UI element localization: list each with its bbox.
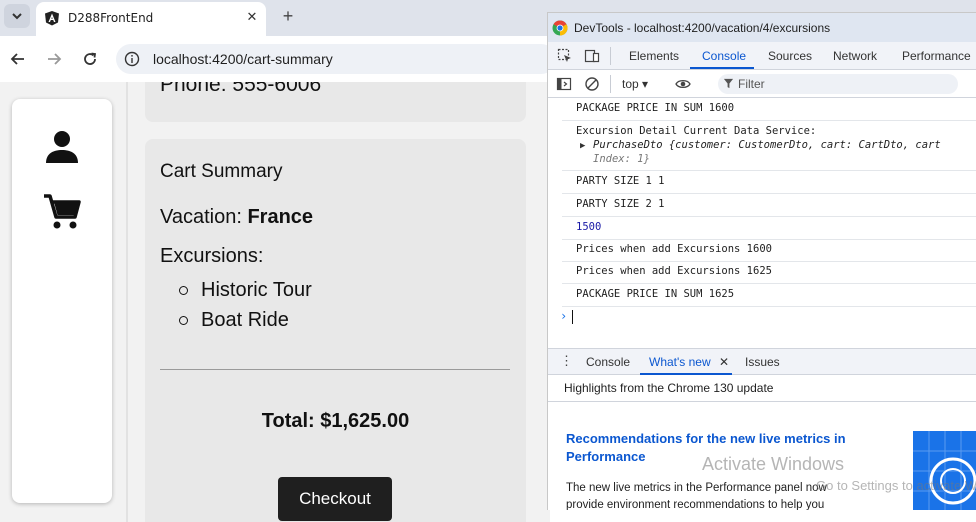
feature-thumbnail (913, 431, 976, 510)
highlights-heading: Highlights from the Chrome 130 update (564, 381, 774, 395)
console-line: Prices when add Excursions 1625 (576, 265, 772, 277)
console-line: PACKAGE PRICE IN SUM 1625 (576, 288, 735, 300)
tab-network[interactable]: Network (833, 49, 877, 63)
inspect-element-icon[interactable] (557, 48, 573, 64)
drawer-tabbar: ⋮ Console What's new ✕ Issues (548, 348, 976, 375)
console-line: Prices when add Excursions 1600 (576, 243, 772, 255)
total-price: Total: $1,625.00 (261, 410, 410, 432)
cart-summary-card: Cart Summary Vacation: France Excursions… (145, 139, 526, 522)
console-separator (562, 170, 976, 171)
vacation-line: Vacation: France (160, 206, 313, 229)
console-toolbar: top ▾ Filter (548, 70, 976, 98)
filter-input[interactable]: Filter (718, 74, 958, 94)
highlights-separator (548, 401, 976, 402)
console-separator (562, 216, 976, 217)
devtools-titlebar: DevTools - localhost:4200/vacation/4/exc… (548, 13, 976, 42)
reload-icon (84, 52, 97, 65)
excursions-label: Excursions: (160, 245, 264, 267)
drawer-tab-whats-new[interactable]: What's new (649, 355, 711, 369)
caret-down-icon: ▾ (642, 77, 649, 91)
cart-summary-title: Cart Summary (160, 161, 283, 182)
drawer-menu-icon[interactable]: ⋮ (560, 353, 573, 369)
drawer-tab-console[interactable]: Console (586, 355, 630, 369)
tab-search-button[interactable] (4, 4, 30, 28)
customer-card: Phone: 555-6006 (145, 82, 526, 122)
layout-divider (126, 82, 128, 522)
vacation-value: France (247, 206, 314, 228)
watermark-line-1: Activate Windows (702, 454, 845, 474)
address-bar[interactable]: localhost:4200/cart-summary (116, 44, 556, 74)
console-object[interactable]: PurchaseDto {customer: CustomerDto, cart… (593, 139, 941, 151)
person-icon[interactable] (42, 127, 82, 167)
shopping-cart-icon[interactable] (42, 191, 82, 231)
tab-elements[interactable]: Elements (629, 49, 679, 63)
browser-tab[interactable]: D288FrontEnd ✕ (36, 2, 266, 36)
console-separator (562, 239, 976, 240)
back-button[interactable] (8, 49, 28, 69)
console-output: PACKAGE PRICE IN SUM 1600 Excursion Deta… (548, 98, 976, 348)
windows-activation-watermark: Activate Windows Go to Settings to activ… (702, 454, 976, 493)
tab-title: D288FrontEnd (68, 11, 154, 25)
console-object-cont: Index: 1} (593, 153, 650, 165)
console-separator (562, 306, 976, 307)
expand-triangle-icon[interactable]: ▶ (580, 141, 585, 151)
arrow-left-icon (10, 53, 24, 65)
tab-sources[interactable]: Sources (768, 49, 812, 63)
chrome-logo-icon (552, 20, 568, 36)
console-separator (562, 120, 976, 121)
forward-button[interactable] (44, 49, 64, 69)
vacation-label: Vacation: (160, 206, 248, 228)
browser-toolbar: localhost:4200/cart-summary (0, 36, 556, 82)
tab-close-icon[interactable]: ✕ (244, 9, 260, 25)
excursions-list: Historic Tour Boat Ride (179, 278, 312, 338)
watermark-line-2: Go to Settings to activate Windows. (816, 478, 976, 493)
console-line: PARTY SIZE 2 1 (576, 198, 665, 210)
excursion-item: Boat Ride (179, 308, 312, 338)
console-separator (562, 193, 976, 194)
arrow-right-icon (48, 53, 62, 65)
reload-button[interactable] (80, 49, 100, 69)
console-prompt-icon: › (560, 309, 568, 323)
url-text: localhost:4200/cart-summary (153, 51, 333, 67)
phone-text: Phone: 555-6006 (160, 82, 322, 96)
devtools-window: DevTools - localhost:4200/vacation/4/exc… (547, 12, 976, 510)
drawer-tab-issues[interactable]: Issues (745, 355, 780, 369)
console-separator (562, 283, 976, 284)
site-info-icon[interactable] (124, 51, 140, 67)
context-selector[interactable]: top ▾ (622, 77, 648, 91)
console-number: 1500 (576, 221, 602, 233)
side-nav (12, 99, 112, 503)
devtools-tabbar: Elements Console Sources Network Perform… (548, 42, 976, 70)
drawer-tab-close-icon[interactable]: ✕ (719, 355, 729, 369)
filter-placeholder: Filter (738, 77, 765, 91)
devtools-title: DevTools - localhost:4200/vacation/4/exc… (574, 21, 831, 35)
summary-divider (160, 369, 510, 370)
checkout-button[interactable]: Checkout (278, 477, 392, 521)
excursion-item: Historic Tour (179, 278, 312, 308)
console-line: PARTY SIZE 1 1 (576, 175, 665, 187)
chevron-down-icon (12, 13, 22, 20)
console-line: PACKAGE PRICE IN SUM 1600 (576, 102, 735, 114)
filter-icon (723, 78, 734, 89)
eye-icon[interactable] (675, 76, 691, 92)
context-value: top (622, 77, 639, 91)
tab-performance[interactable]: Performance (902, 49, 971, 63)
recommendations-body: The new live metrics in the Performance … (566, 482, 827, 510)
drawer-active-indicator (640, 373, 732, 375)
console-separator (562, 261, 976, 262)
active-tab-indicator (690, 67, 754, 69)
toolbar-separator (610, 75, 611, 93)
sidebar-toggle-icon[interactable] (556, 76, 572, 92)
tab-separator (610, 47, 611, 65)
new-tab-button[interactable]: + (278, 6, 298, 26)
console-input[interactable] (572, 310, 573, 324)
device-toolbar-icon[interactable] (584, 48, 600, 64)
console-line: Excursion Detail Current Data Service: (576, 125, 817, 137)
angular-logo-icon (45, 11, 59, 26)
tab-console[interactable]: Console (702, 49, 746, 63)
page-content: Phone: 555-6006 Cart Summary Vacation: F… (0, 82, 550, 522)
clear-console-icon[interactable] (584, 76, 600, 92)
